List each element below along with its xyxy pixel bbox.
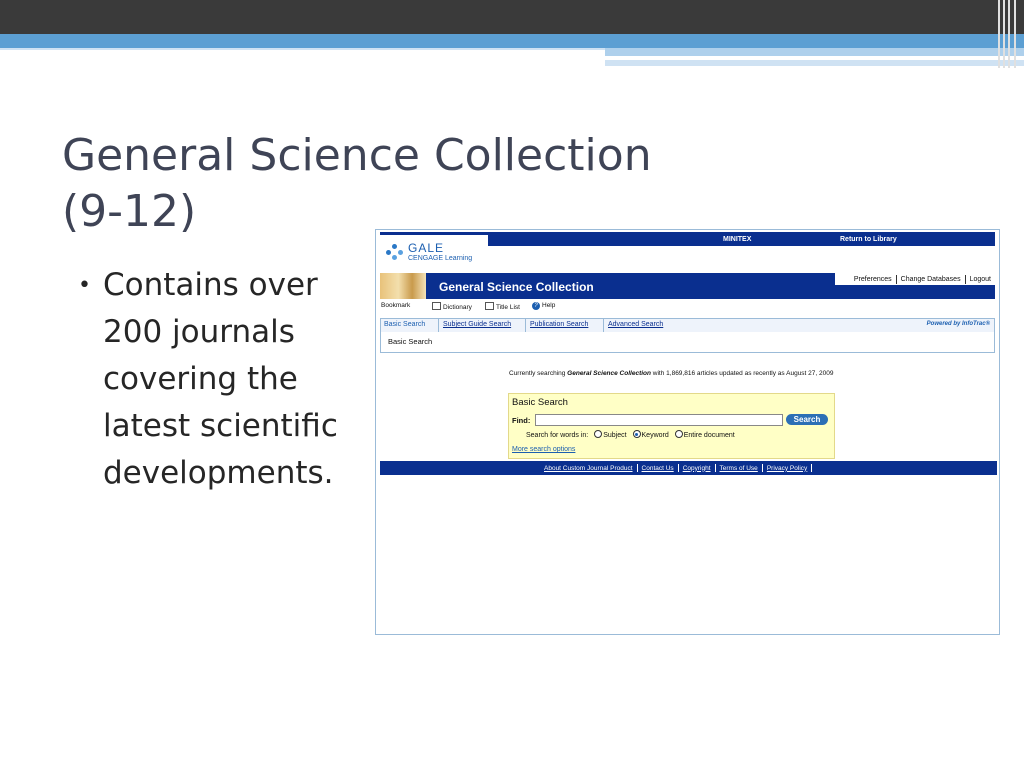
account-links: Preferences Change Databases Logout xyxy=(835,273,995,285)
divider xyxy=(714,464,716,472)
slide-accent-band-3 xyxy=(605,60,1024,66)
slide-edge-stripes xyxy=(994,0,1024,68)
bullet-text: Contains over 200 journals covering the … xyxy=(103,262,338,497)
help-link[interactable]: ? Help xyxy=(532,302,555,310)
slide-title: General Science Collection (9-12) xyxy=(62,128,652,240)
divider xyxy=(636,464,638,472)
tab-divider xyxy=(603,319,604,332)
preferences-link[interactable]: Preferences xyxy=(854,276,892,283)
bullet-line: latest scientific xyxy=(103,408,338,444)
tab-divider xyxy=(525,319,526,332)
divider xyxy=(895,274,897,284)
subject-option-label: Subject xyxy=(603,432,627,439)
slide-top-bar xyxy=(0,0,1024,34)
slide-title-line-1: General Science Collection xyxy=(62,130,652,181)
logout-link[interactable]: Logout xyxy=(970,276,991,283)
bullet-marker: • xyxy=(78,273,91,298)
privacy-policy-link[interactable]: Privacy Policy xyxy=(767,465,807,472)
currently-suffix: with 1,869,816 articles updated as recen… xyxy=(650,370,834,377)
search-button[interactable]: Search xyxy=(786,414,828,425)
search-tabs: Basic Search Subject Guide Search Public… xyxy=(380,318,995,333)
tab-advanced-search[interactable]: Advanced Search xyxy=(608,321,663,328)
entire-document-option-label: Entire document xyxy=(683,432,735,439)
subject-radio[interactable] xyxy=(594,430,603,438)
divider xyxy=(677,464,679,472)
more-search-options-link[interactable]: More search options xyxy=(512,446,575,453)
search-input[interactable] xyxy=(535,414,783,426)
breadcrumb-label: Basic Search xyxy=(388,337,433,346)
search-panel-title: Basic Search xyxy=(512,397,568,408)
logo-gale-text: GALE xyxy=(408,241,445,255)
about-custom-journal-product-link[interactable]: About Custom Journal Product xyxy=(544,465,633,472)
tab-divider xyxy=(438,319,439,332)
gale-logo[interactable]: GALE CENGAGE Learning xyxy=(380,235,488,273)
help-icon: ? xyxy=(532,302,540,310)
slide-accent-line xyxy=(0,48,605,50)
bullet-line: developments. xyxy=(103,455,334,491)
bookmark-link[interactable]: Bookmark xyxy=(381,302,410,309)
search-for-label: Search for words in: xyxy=(526,432,589,439)
basic-search-panel: Basic Search Find: Search Search for wor… xyxy=(508,393,835,459)
database-title: General Science Collection xyxy=(439,280,594,294)
tab-publication-search[interactable]: Publication Search xyxy=(530,321,588,328)
dictionary-icon xyxy=(432,302,441,310)
currently-prefix: Currently searching xyxy=(509,370,568,377)
divider xyxy=(811,464,813,472)
toolbar: Bookmark Dictionary Title List ? Help xyxy=(380,302,995,314)
gale-screenshot: MINITEX Return to Library GALE CENGAGE L… xyxy=(375,229,1000,635)
gale-logo-icon xyxy=(386,242,406,262)
search-scope-row: Search for words in: Subject Keyword Ent… xyxy=(526,430,735,439)
currently-database-name: General Science Collection xyxy=(567,370,651,377)
slide-title-line-2: (9-12) xyxy=(62,186,197,237)
terms-of-use-link[interactable]: Terms of Use xyxy=(720,465,758,472)
help-label: Help xyxy=(542,302,556,309)
slide-accent-band xyxy=(0,34,1024,48)
tab-basic-search[interactable]: Basic Search xyxy=(384,321,425,328)
slide-accent-band-2 xyxy=(605,48,1024,56)
find-label: Find: xyxy=(512,416,531,425)
keyword-radio[interactable] xyxy=(632,430,641,438)
breadcrumb: Basic Search xyxy=(380,332,995,353)
entire-document-radio[interactable] xyxy=(674,430,683,438)
powered-by-infotrac: Powered by InfoTrac® xyxy=(926,321,990,327)
dictionary-link[interactable]: Dictionary xyxy=(432,302,472,311)
footer-links: About Custom Journal Product Contact Us … xyxy=(544,464,813,472)
logo-cengage-text: CENGAGE Learning xyxy=(408,255,473,262)
divider xyxy=(964,274,966,284)
copyright-link[interactable]: Copyright xyxy=(683,465,711,472)
title-list-link[interactable]: Title List xyxy=(485,302,520,311)
title-list-label: Title List xyxy=(496,304,520,311)
footer-bar: About Custom Journal Product Contact Us … xyxy=(380,461,997,475)
title-list-icon xyxy=(485,302,494,310)
banner-image xyxy=(380,273,426,299)
bullet-line: covering the xyxy=(103,361,298,397)
currently-searching-text: Currently searching General Science Coll… xyxy=(509,369,859,378)
change-databases-link[interactable]: Change Databases xyxy=(901,276,961,283)
minitex-label: MINITEX xyxy=(723,236,752,243)
keyword-option-label: Keyword xyxy=(641,432,669,439)
return-to-library-link[interactable]: Return to Library xyxy=(840,236,897,243)
dictionary-label: Dictionary xyxy=(443,304,472,311)
bullet-line: Contains over xyxy=(103,267,318,303)
tab-subject-guide-search[interactable]: Subject Guide Search xyxy=(443,321,511,328)
bullet-line: 200 journals xyxy=(103,314,295,350)
contact-us-link[interactable]: Contact Us xyxy=(642,465,674,472)
divider xyxy=(761,464,763,472)
